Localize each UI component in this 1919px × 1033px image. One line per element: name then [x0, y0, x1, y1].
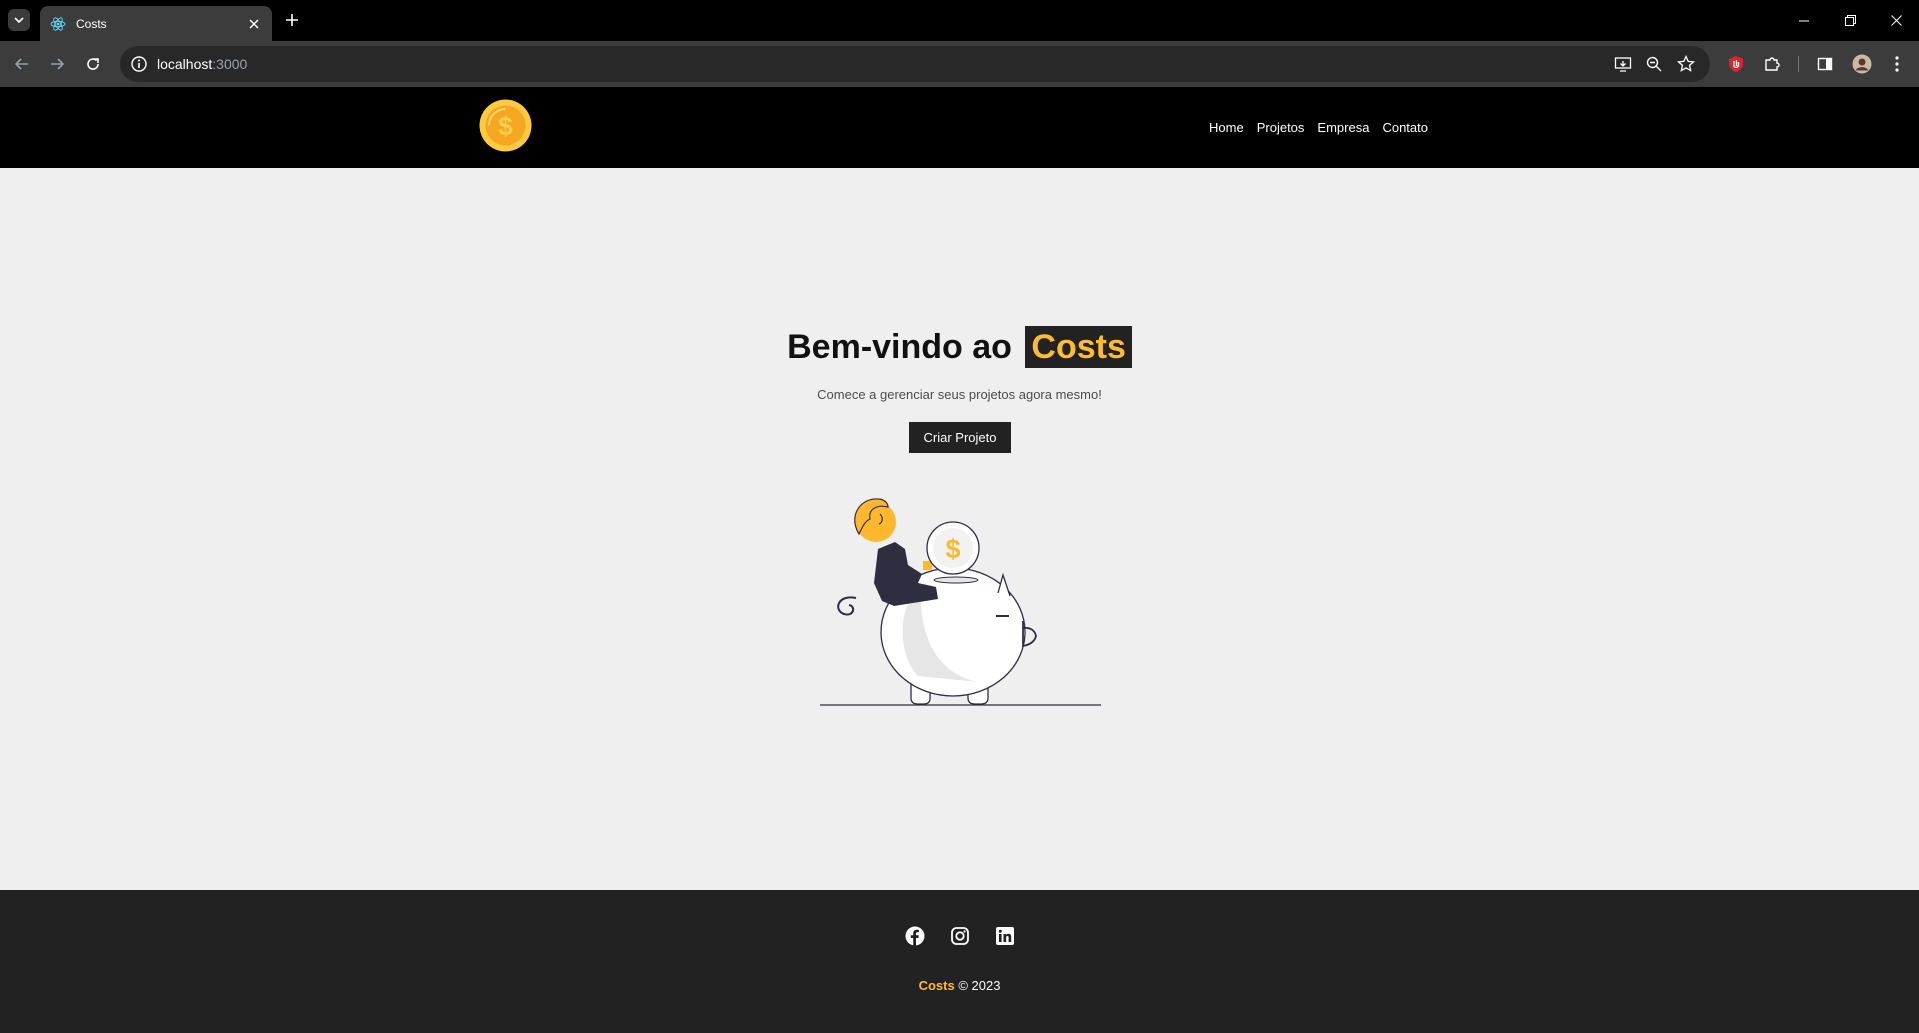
instagram-icon	[950, 927, 969, 945]
copyright: Costs © 2023	[0, 978, 1919, 993]
nav-item-projetos: Projetos	[1257, 119, 1305, 137]
browser-toolbar: localhost:3000	[0, 41, 1919, 87]
instagram-link[interactable]	[950, 926, 970, 946]
home-section: Bem-vindo ao Costs Comece a gerenciar se…	[0, 168, 1919, 890]
extensions-puzzle-icon[interactable]	[1760, 52, 1784, 76]
toolbar-divider	[1798, 56, 1799, 72]
hero-title-brand: Costs	[1025, 326, 1132, 368]
profile-avatar[interactable]	[1850, 52, 1874, 76]
install-app-icon[interactable]	[1613, 54, 1633, 74]
facebook-link[interactable]	[905, 926, 925, 946]
reload-icon	[87, 58, 99, 70]
chevron-down-icon	[14, 17, 24, 24]
back-button[interactable]	[10, 52, 34, 76]
svg-text:$: $	[498, 111, 513, 141]
nav-link-empresa[interactable]: Empresa	[1317, 120, 1369, 135]
copyright-brand: Costs	[918, 978, 955, 993]
logo-link[interactable]: $	[479, 99, 532, 152]
nav-link-contato[interactable]: Contato	[1382, 120, 1428, 135]
nav-item-contato: Contato	[1382, 119, 1428, 137]
svg-text:$: $	[945, 534, 960, 564]
footer: Costs © 2023	[0, 890, 1919, 1033]
url-host: localhost	[157, 56, 213, 72]
plus-icon	[286, 14, 298, 26]
forward-button[interactable]	[45, 52, 69, 76]
browser-menu-icon[interactable]	[1885, 52, 1909, 76]
dollar-coin-icon: $	[479, 99, 532, 152]
tab-search-button[interactable]	[8, 9, 30, 31]
tab-close-icon[interactable]	[246, 16, 262, 32]
nav-link-home[interactable]: Home	[1209, 120, 1244, 135]
close-icon	[1890, 15, 1902, 26]
url-port: :3000	[212, 56, 248, 72]
linkedin-icon	[995, 927, 1014, 945]
side-panel-icon[interactable]	[1813, 52, 1837, 76]
minimize-icon	[1799, 20, 1809, 21]
restore-icon	[1844, 15, 1856, 26]
url-text: localhost:3000	[157, 56, 247, 72]
address-bar[interactable]: localhost:3000	[120, 46, 1710, 82]
minimize-button[interactable]	[1781, 0, 1827, 41]
hero-title: Bem-vindo ao Costs	[0, 326, 1919, 368]
copyright-text: © 2023	[958, 978, 1001, 993]
nav-link-projetos[interactable]: Projetos	[1257, 120, 1305, 135]
react-favicon-icon	[50, 16, 66, 32]
site-info-icon[interactable]	[130, 55, 148, 73]
bookmark-star-icon[interactable]	[1676, 54, 1696, 74]
extension-red-icon[interactable]	[1724, 52, 1748, 76]
arrow-left-icon	[14, 58, 28, 70]
browser-tab[interactable]: Costs	[40, 6, 272, 41]
tab-title: Costs	[76, 16, 107, 31]
hero-subtitle: Comece a gerenciar seus projetos agora m…	[817, 387, 1102, 402]
arrow-right-icon	[51, 58, 65, 70]
zoom-icon[interactable]	[1644, 54, 1664, 74]
new-tab-button[interactable]	[281, 9, 303, 31]
facebook-icon	[905, 926, 924, 946]
piggy-bank-savings-illustration: $	[820, 498, 1101, 706]
browser-tabstrip: Costs	[0, 0, 1919, 41]
restore-button[interactable]	[1827, 0, 1873, 41]
reload-button[interactable]	[81, 52, 105, 76]
linkedin-link[interactable]	[995, 926, 1015, 946]
navbar: $ Home Projetos Empresa Contato	[0, 87, 1919, 168]
hero-title-prefix: Bem-vindo ao	[787, 328, 1012, 366]
create-project-button[interactable]: Criar Projeto	[909, 422, 1011, 453]
nav-item-empresa: Empresa	[1317, 119, 1369, 137]
close-window-button[interactable]	[1873, 0, 1919, 41]
nav-item-home: Home	[1209, 119, 1244, 137]
social-links	[0, 926, 1919, 946]
nav-links: Home Projetos Empresa Contato	[1209, 119, 1428, 137]
